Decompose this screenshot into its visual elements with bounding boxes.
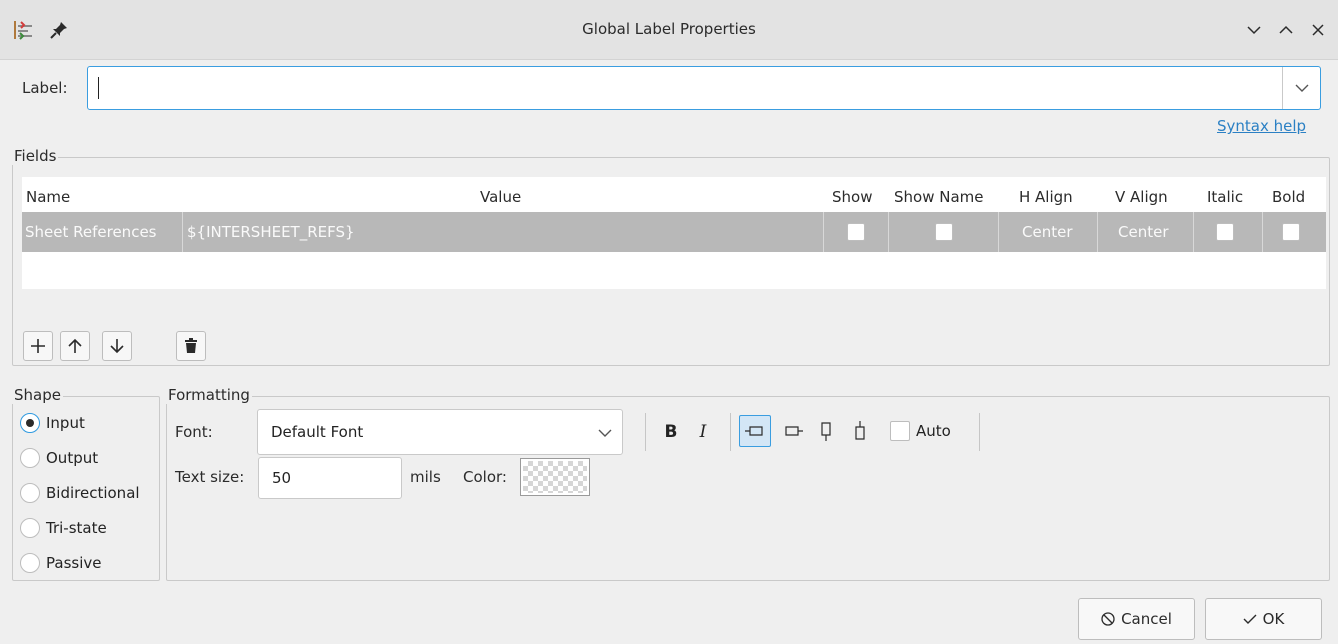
move-up-button[interactable] xyxy=(60,331,90,361)
color-label: Color: xyxy=(463,468,507,486)
fields-group-title: Fields xyxy=(12,147,59,165)
radio-button[interactable] xyxy=(20,448,40,468)
shape-radio-input[interactable]: Input xyxy=(20,413,85,433)
add-icon xyxy=(31,339,45,353)
arrow-down-icon xyxy=(110,339,124,354)
cell-v-align[interactable]: Center xyxy=(1118,212,1169,252)
cell-divider xyxy=(1097,212,1098,252)
title-bar: Global Label Properties xyxy=(0,0,1338,60)
checkmark-icon xyxy=(1243,614,1257,624)
toolbar-separator xyxy=(730,413,731,451)
text-size-label: Text size: xyxy=(175,468,245,486)
maximize-button[interactable] xyxy=(1274,18,1298,42)
shape-radio-bidirectional[interactable]: Bidirectional xyxy=(20,483,140,503)
cell-divider xyxy=(182,212,183,252)
syntax-help-link[interactable]: Syntax help xyxy=(1217,117,1306,135)
col-header-bold[interactable]: Bold xyxy=(1272,177,1305,217)
text-cursor xyxy=(98,77,99,99)
col-header-v-align[interactable]: V Align xyxy=(1115,177,1168,217)
col-header-show-name[interactable]: Show Name xyxy=(894,177,984,217)
orient-right-icon xyxy=(745,426,763,436)
radio-label: Input xyxy=(46,414,85,432)
cell-name[interactable]: Sheet References xyxy=(25,212,156,252)
toolbar-separator xyxy=(645,413,646,451)
delete-field-button[interactable] xyxy=(176,331,206,361)
orient-up-button[interactable] xyxy=(812,415,840,447)
text-size-unit: mils xyxy=(410,468,441,486)
italic-checkbox[interactable] xyxy=(1216,223,1234,241)
col-header-name[interactable]: Name xyxy=(26,177,70,217)
radio-label: Output xyxy=(46,449,99,467)
orient-left-icon xyxy=(785,426,803,436)
col-header-italic[interactable]: Italic xyxy=(1207,177,1243,217)
cell-divider xyxy=(1262,212,1263,252)
text-size-input[interactable]: 50 xyxy=(258,457,402,499)
text-size-value: 50 xyxy=(272,469,292,487)
font-select[interactable]: Default Font xyxy=(257,409,623,455)
cell-value[interactable]: ${INTERSHEET_REFS} xyxy=(187,212,355,252)
orient-left-button[interactable] xyxy=(777,415,809,447)
checkbox[interactable] xyxy=(890,421,910,441)
auto-label: Auto xyxy=(916,422,951,440)
cancel-label: Cancel xyxy=(1121,610,1172,628)
cell-divider xyxy=(1193,212,1194,252)
window-title: Global Label Properties xyxy=(582,20,756,38)
move-down-button[interactable] xyxy=(102,331,132,361)
radio-button[interactable] xyxy=(20,553,40,573)
chevron-down-icon xyxy=(1295,84,1308,92)
toolbar-separator xyxy=(979,413,980,451)
label-dropdown-button[interactable] xyxy=(1282,67,1320,109)
chevron-down-icon xyxy=(598,429,612,437)
shape-radio-passive[interactable]: Passive xyxy=(20,553,101,573)
orient-up-icon xyxy=(821,422,831,441)
col-header-h-align[interactable]: H Align xyxy=(1019,177,1073,217)
bold-toggle[interactable]: B xyxy=(658,418,684,446)
cancel-icon xyxy=(1101,612,1115,626)
close-icon xyxy=(1312,24,1324,36)
color-swatch[interactable] xyxy=(520,458,590,496)
auto-checkbox[interactable]: Auto xyxy=(890,421,951,441)
minimize-button[interactable] xyxy=(1242,18,1266,42)
chevron-up-icon xyxy=(1279,25,1293,34)
cell-divider xyxy=(998,212,999,252)
arrow-up-icon xyxy=(68,338,82,353)
shape-radio-tristate[interactable]: Tri-state xyxy=(20,518,107,538)
orient-down-icon xyxy=(855,421,865,440)
label-combobox[interactable] xyxy=(87,66,1321,110)
radio-button[interactable] xyxy=(20,413,40,433)
cell-divider xyxy=(823,212,824,252)
label-caption: Label: xyxy=(22,79,68,97)
col-header-show[interactable]: Show xyxy=(832,177,872,217)
radio-label: Bidirectional xyxy=(46,484,140,502)
close-button[interactable] xyxy=(1306,18,1330,42)
radio-label: Tri-state xyxy=(46,519,107,537)
orient-right-button[interactable] xyxy=(739,415,771,447)
orient-down-button[interactable] xyxy=(846,415,874,447)
shape-group-title: Shape xyxy=(12,386,63,404)
chevron-down-icon xyxy=(1247,26,1261,35)
radio-button[interactable] xyxy=(20,483,40,503)
radio-button[interactable] xyxy=(20,518,40,538)
show-checkbox[interactable] xyxy=(847,223,865,241)
fields-grid: Name Value Show Show Name H Align V Alig… xyxy=(22,177,1326,289)
radio-label: Passive xyxy=(46,554,102,572)
col-header-value[interactable]: Value xyxy=(480,177,521,217)
cancel-button[interactable]: Cancel xyxy=(1078,598,1195,640)
formatting-group-title: Formatting xyxy=(166,386,252,404)
table-row[interactable]: Sheet References ${INTERSHEET_REFS} Cent… xyxy=(22,212,1326,252)
ok-label: OK xyxy=(1262,610,1285,628)
ok-button[interactable]: OK xyxy=(1205,598,1322,640)
cell-divider xyxy=(888,212,889,252)
trash-icon xyxy=(185,338,197,353)
bold-checkbox[interactable] xyxy=(1282,223,1300,241)
italic-toggle[interactable]: I xyxy=(692,418,714,446)
label-input[interactable] xyxy=(98,67,1278,109)
transparent-swatch xyxy=(523,461,587,493)
add-field-button[interactable] xyxy=(23,331,53,361)
font-label: Font: xyxy=(175,423,213,441)
font-select-value: Default Font xyxy=(271,423,364,441)
cell-h-align[interactable]: Center xyxy=(1022,212,1073,252)
show-name-checkbox[interactable] xyxy=(935,223,953,241)
shape-radio-output[interactable]: Output xyxy=(20,448,98,468)
